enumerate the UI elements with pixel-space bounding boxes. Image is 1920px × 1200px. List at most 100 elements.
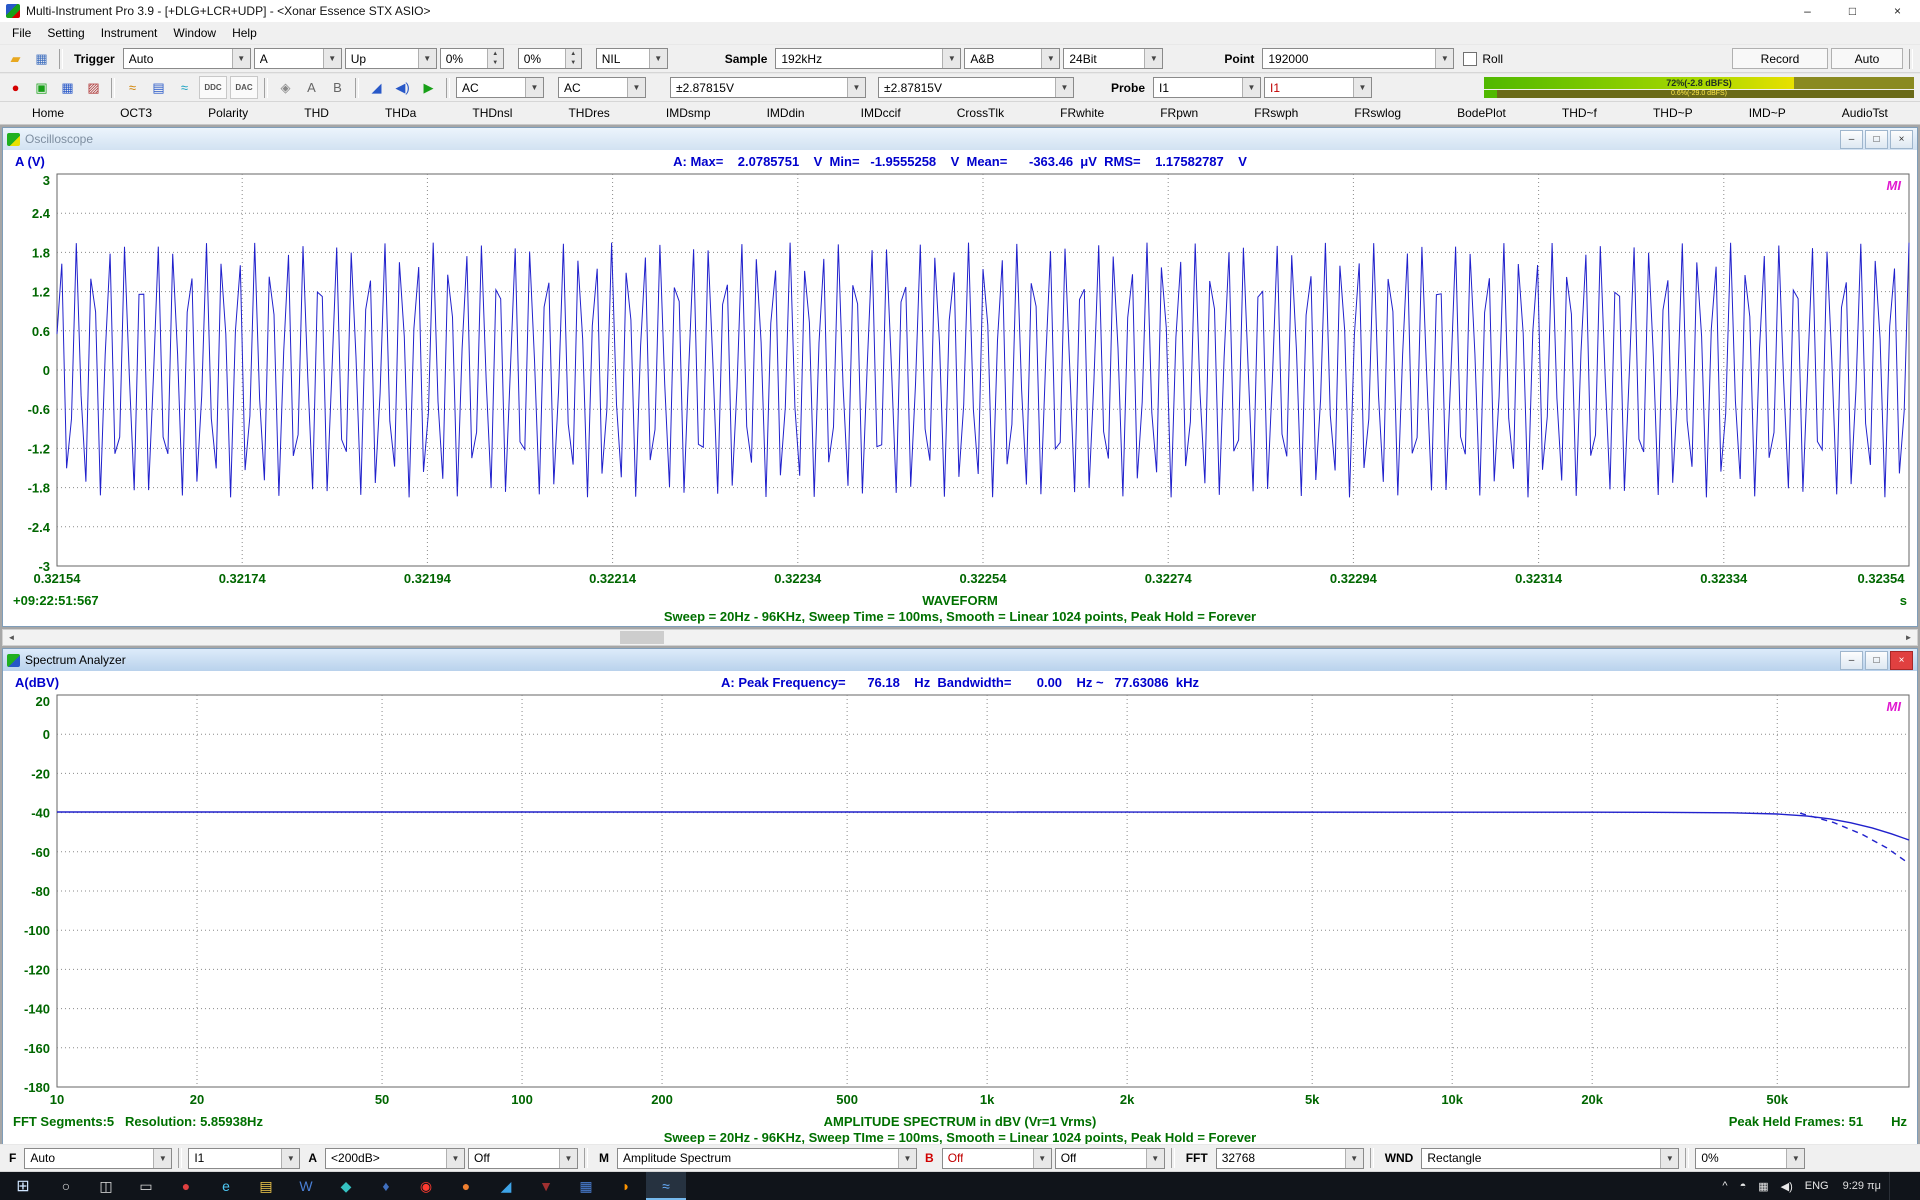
opera-icon[interactable]: ◉ [406, 1172, 446, 1200]
tab-crosstlk[interactable]: CrossTlk [953, 106, 1008, 120]
spectrum-close-button[interactable]: × [1890, 651, 1913, 670]
app-orange-icon[interactable]: ● [446, 1172, 486, 1200]
spectrum-maximize-button[interactable]: □ [1865, 651, 1888, 670]
tab-frwhite[interactable]: FRwhite [1056, 106, 1108, 120]
oscilloscope-minimize-button[interactable]: – [1840, 130, 1863, 149]
scrollbar-thumb[interactable] [620, 631, 664, 644]
volume-icon[interactable]: ◀) [1775, 1180, 1799, 1193]
trigger-level-spin-up-icon[interactable]: ▲ [488, 49, 503, 59]
speaker-icon[interactable]: ◀) [391, 76, 414, 99]
menu-window[interactable]: Window [165, 26, 224, 40]
tools-icon[interactable]: ◢ [365, 76, 388, 99]
pattern-view-icon[interactable]: ▨ [82, 76, 105, 99]
osc-horizontal-scrollbar[interactable]: ◄ ► [2, 629, 1918, 646]
app-teal-icon[interactable]: ◆ [326, 1172, 366, 1200]
tab-frswlog[interactable]: FRswlog [1350, 106, 1405, 120]
coupling-a-select[interactable]: AC▼ [456, 77, 544, 98]
task-view-icon[interactable]: ◫ [86, 1172, 126, 1200]
trigger-edge-select[interactable]: Up▼ [345, 48, 437, 69]
tab-audiotst[interactable]: AudioTst [1838, 106, 1892, 120]
word-icon[interactable]: W [286, 1172, 326, 1200]
app-maximize-button[interactable]: □ [1830, 0, 1875, 22]
open-file-icon[interactable]: ▰ [4, 47, 27, 70]
vscode-icon[interactable]: ◢ [486, 1172, 526, 1200]
tab-home[interactable]: Home [28, 106, 68, 120]
tray-app-icon[interactable]: ◓ [1734, 1180, 1753, 1192]
save-icon[interactable]: ▦ [30, 47, 53, 70]
oscilloscope-titlebar[interactable]: Oscilloscope – □ × [3, 128, 1917, 150]
record-icon[interactable]: ● [4, 76, 27, 99]
a-range-select[interactable]: <200dB>▼ [325, 1148, 465, 1169]
app-blue-2-icon[interactable]: ▦ [566, 1172, 606, 1200]
firefox-icon[interactable]: ◗ [606, 1172, 646, 1200]
sample-rate-select[interactable]: 192kHz▼ [775, 48, 961, 69]
start-button[interactable]: ⊞ [0, 1172, 46, 1200]
app-red-icon[interactable]: ● [166, 1172, 206, 1200]
a-option-select[interactable]: Off▼ [468, 1148, 578, 1169]
multi-instrument-icon[interactable]: ≈ [646, 1172, 686, 1200]
sample-channels-select[interactable]: A&B▼ [964, 48, 1060, 69]
point-select[interactable]: 192000▼ [1262, 48, 1454, 69]
spectrum-minimize-button[interactable]: – [1840, 651, 1863, 670]
tab-oct3[interactable]: OCT3 [116, 106, 156, 120]
input-select[interactable]: I1▼ [188, 1148, 300, 1169]
trigger-level-spin-down-icon[interactable]: ▼ [488, 59, 503, 69]
analyzer-grid-icon[interactable]: ▤ [147, 76, 170, 99]
tab-frpwn[interactable]: FRpwn [1156, 106, 1202, 120]
overlap-select[interactable]: 0%▼ [1695, 1148, 1805, 1169]
tab-bodeplot[interactable]: BodePlot [1453, 106, 1510, 120]
tab-thd-f[interactable]: THD~f [1558, 106, 1601, 120]
play-icon[interactable]: ▶ [417, 76, 440, 99]
edge-icon[interactable]: e [206, 1172, 246, 1200]
trigger-nil-select[interactable]: NIL▼ [596, 48, 668, 69]
fft-size-select[interactable]: 32768▼ [1216, 1148, 1364, 1169]
scrollbar-track[interactable] [20, 630, 1900, 645]
tab-thdres[interactable]: THDres [564, 106, 613, 120]
marker-icon[interactable]: ◈ [274, 76, 297, 99]
generator-b-icon[interactable]: ≈ [173, 76, 196, 99]
b-option-1-select[interactable]: Off▼ [942, 1148, 1052, 1169]
oscilloscope-close-button[interactable]: × [1890, 130, 1913, 149]
tab-polarity[interactable]: Polarity [204, 106, 252, 120]
trigger-source-select[interactable]: A▼ [254, 48, 342, 69]
b-option-2-select[interactable]: Off▼ [1055, 1148, 1165, 1169]
trigger-delay-spin-up-icon[interactable]: ▲ [566, 49, 581, 59]
window-function-select[interactable]: Rectangle▼ [1421, 1148, 1679, 1169]
dac-icon[interactable]: DAC [230, 76, 258, 99]
spectrum-titlebar[interactable]: Spectrum Analyzer – □ × [3, 649, 1917, 671]
trigger-f-select[interactable]: Auto▼ [24, 1148, 172, 1169]
tab-thdnsl[interactable]: THDnsl [468, 106, 516, 120]
tab-imdsmp[interactable]: IMDsmp [662, 106, 715, 120]
oscilloscope-maximize-button[interactable]: □ [1865, 130, 1888, 149]
file-explorer-icon[interactable]: ▤ [246, 1172, 286, 1200]
mail-icon[interactable]: ▭ [126, 1172, 166, 1200]
tab-imd-p[interactable]: IMD~P [1745, 106, 1790, 120]
coupling-b-select[interactable]: AC▼ [558, 77, 646, 98]
menu-instrument[interactable]: Instrument [93, 26, 166, 40]
app-close-button[interactable]: × [1875, 0, 1920, 22]
tab-thd-p[interactable]: THD~P [1649, 106, 1697, 120]
record-button[interactable]: Record [1732, 48, 1828, 69]
scope-view-icon[interactable]: ▦ [56, 76, 79, 99]
app-minimize-button[interactable]: – [1785, 0, 1830, 22]
app-blue-icon[interactable]: ♦ [366, 1172, 406, 1200]
tab-imdccif[interactable]: IMDccif [857, 106, 905, 120]
run-display-icon[interactable]: ▣ [30, 76, 53, 99]
clock[interactable]: 9:29 πμ [1835, 1180, 1889, 1192]
tab-thd[interactable]: THD [300, 106, 333, 120]
tab-imddin[interactable]: IMDdin [763, 106, 809, 120]
auto-button[interactable]: Auto [1831, 48, 1903, 69]
label-b-icon[interactable]: B [326, 76, 349, 99]
tab-thda[interactable]: THDa [381, 106, 420, 120]
trigger-delay-spin-down-icon[interactable]: ▼ [566, 59, 581, 69]
menu-help[interactable]: Help [224, 26, 265, 40]
sample-bits-select[interactable]: 24Bit▼ [1063, 48, 1163, 69]
app-maroon-icon[interactable]: ▼ [526, 1172, 566, 1200]
probe-b-select[interactable]: I1▼ [1264, 77, 1372, 98]
label-a-icon[interactable]: A [300, 76, 323, 99]
notification-button[interactable] [1889, 1172, 1920, 1200]
tab-frswph[interactable]: FRswph [1250, 106, 1302, 120]
trigger-mode-select[interactable]: Auto▼ [123, 48, 251, 69]
network-icon[interactable]: ▦ [1752, 1180, 1774, 1193]
trigger-level-spin[interactable]: 0%▲▼ [440, 48, 504, 69]
